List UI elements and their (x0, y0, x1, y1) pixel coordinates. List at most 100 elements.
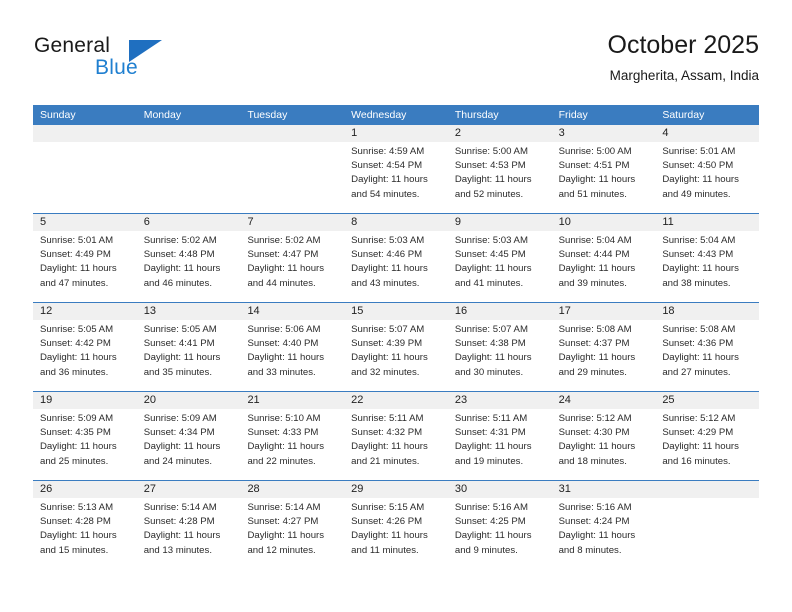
day-number-bar: 2 (447, 125, 552, 142)
daylight-text-line2: and 51 minutes. (558, 188, 627, 200)
sunrise-text: Sunrise: 5:03 AM (351, 235, 425, 246)
sunset-text: Sunset: 4:36 PM (662, 338, 734, 350)
calendar-day-cell[interactable]: 20 Sunrise: 5:09 AM Sunset: 4:34 PM Dayligh… (136, 392, 241, 480)
day-number: 12 (40, 305, 53, 317)
calendar-day-cell[interactable]: 22 Sunrise: 5:11 AM Sunset: 4:32 PM Dayligh… (344, 392, 448, 480)
calendar-day-cell[interactable]: 13 Sunrise: 5:05 AM Sunset: 4:41 PM Dayligh… (136, 303, 241, 391)
logo-text-general: General (34, 34, 111, 57)
calendar-day-cell[interactable]: 31 Sunrise: 5:16 AM Sunset: 4:24 PM Dayligh… (551, 481, 656, 569)
calendar-day-cell[interactable]: 12 Sunrise: 5:05 AM Sunset: 4:42 PM Dayligh… (33, 303, 137, 391)
page-header: General Blue October 2025 Margherita, As… (33, 28, 759, 98)
calendar-day-cell[interactable]: 18 Sunrise: 5:08 AM Sunset: 4:36 PM Dayligh… (655, 303, 760, 391)
daylight-text-line2: and 25 minutes. (40, 455, 109, 467)
daylight-text-line2: and 21 minutes. (351, 455, 420, 467)
day-details: Sunrise: 5:07 AM Sunset: 4:38 PM Daylight:… (448, 320, 552, 380)
day-number: 21 (247, 394, 260, 406)
calendar-day-cell[interactable]: 8 Sunrise: 5:03 AM Sunset: 4:46 PM Daylight… (344, 214, 448, 302)
calendar-day-cell[interactable]: 4 Sunrise: 5:01 AM Sunset: 4:50 PM Daylight… (655, 125, 760, 213)
daylight-text-line1: Daylight: 11 hours (143, 530, 221, 542)
daylight-text-line1: Daylight: 11 hours (247, 352, 325, 364)
day-details: Sunrise: 5:02 AM Sunset: 4:48 PM Daylight:… (137, 231, 241, 291)
day-details: Sunrise: 5:14 AM Sunset: 4:28 PM Daylight:… (137, 498, 241, 558)
day-number-bar: 1 (344, 125, 448, 142)
day-details: Sunrise: 5:00 AM Sunset: 4:53 PM Daylight:… (448, 142, 552, 202)
daylight-text-line2: and 13 minutes. (143, 544, 212, 556)
day-number-bar: 9 (447, 214, 552, 231)
day-number-bar: 28 (240, 481, 345, 498)
calendar-day-cell[interactable]: 16 Sunrise: 5:07 AM Sunset: 4:38 PM Dayligh… (447, 303, 552, 391)
daylight-text-line1: Daylight: 11 hours (454, 530, 532, 542)
calendar-day-cell[interactable]: 15 Sunrise: 5:07 AM Sunset: 4:39 PM Dayligh… (344, 303, 448, 391)
day-number: 20 (143, 394, 156, 406)
day-details: Sunrise: 5:05 AM Sunset: 4:41 PM Daylight:… (137, 320, 241, 380)
calendar-day-cell[interactable]: 24 Sunrise: 5:12 AM Sunset: 4:30 PM Dayligh… (551, 392, 656, 480)
daylight-text-line1: Daylight: 11 hours (40, 530, 117, 542)
sunset-text: Sunset: 4:38 PM (454, 338, 526, 350)
day-details: Sunrise: 5:10 AM Sunset: 4:33 PM Daylight:… (240, 409, 344, 469)
daylight-text-line2: and 9 minutes. (454, 544, 518, 556)
daylight-text-line1: Daylight: 11 hours (351, 174, 428, 186)
weekday-header-monday: Monday (143, 109, 182, 121)
calendar-day-cell[interactable]: 30 Sunrise: 5:16 AM Sunset: 4:25 PM Dayligh… (447, 481, 552, 569)
calendar-day-cell[interactable]: 2 Sunrise: 5:00 AM Sunset: 4:53 PM Daylight… (447, 125, 552, 213)
day-number: 6 (143, 216, 150, 228)
day-number: 30 (454, 483, 468, 495)
daylight-text-line2: and 35 minutes. (143, 366, 212, 378)
day-number-bar: 24 (551, 392, 656, 409)
calendar-day-cell[interactable]: 21 Sunrise: 5:10 AM Sunset: 4:33 PM Dayligh… (240, 392, 345, 480)
sunrise-text: Sunrise: 5:16 AM (558, 502, 632, 513)
calendar-day-cell[interactable]: 25 Sunrise: 5:12 AM Sunset: 4:29 PM Dayligh… (655, 392, 760, 480)
daylight-text-line1: Daylight: 11 hours (454, 263, 532, 275)
sunrise-text: Sunrise: 5:15 AM (351, 502, 425, 513)
day-number: 18 (662, 305, 675, 317)
daylight-text-line1: Daylight: 11 hours (662, 352, 739, 364)
sunrise-text: Sunrise: 5:12 AM (662, 413, 736, 424)
day-details: Sunrise: 5:06 AM Sunset: 4:40 PM Daylight:… (240, 320, 344, 380)
calendar-day-cell[interactable]: 17 Sunrise: 5:08 AM Sunset: 4:37 PM Dayligh… (551, 303, 656, 391)
day-number: 25 (662, 394, 675, 406)
sunrise-text: Sunrise: 5:08 AM (558, 324, 632, 335)
calendar-day-cell[interactable]: 6 Sunrise: 5:02 AM Sunset: 4:48 PM Daylight… (136, 214, 241, 302)
daylight-text-line1: Daylight: 11 hours (662, 263, 739, 275)
calendar-day-cell[interactable]: 23 Sunrise: 5:11 AM Sunset: 4:31 PM Dayligh… (447, 392, 552, 480)
calendar-day-cell[interactable]: 28 Sunrise: 5:14 AM Sunset: 4:27 PM Dayligh… (240, 481, 345, 569)
sunset-text: Sunset: 4:37 PM (558, 338, 630, 350)
calendar-day-cell[interactable]: 7 Sunrise: 5:02 AM Sunset: 4:47 PM Daylight… (240, 214, 345, 302)
daylight-text-line1: Daylight: 11 hours (247, 441, 325, 453)
calendar-day-cell[interactable]: 11 Sunrise: 5:04 AM Sunset: 4:43 PM Dayligh… (655, 214, 760, 302)
calendar-day-cell[interactable]: 9 Sunrise: 5:03 AM Sunset: 4:45 PM Daylight… (447, 214, 552, 302)
calendar-day-cell[interactable]: 3 Sunrise: 5:00 AM Sunset: 4:51 PM Daylight… (551, 125, 656, 213)
day-details: Sunrise: 5:08 AM Sunset: 4:37 PM Daylight:… (552, 320, 656, 380)
calendar-day-cell[interactable]: 5 Sunrise: 5:01 AM Sunset: 4:49 PM Daylight… (33, 214, 137, 302)
day-details: Sunrise: 5:01 AM Sunset: 4:49 PM Daylight:… (33, 231, 137, 291)
sunrise-text: Sunrise: 5:02 AM (143, 235, 217, 246)
calendar-day-cell[interactable]: 19 Sunrise: 5:09 AM Sunset: 4:35 PM Dayligh… (33, 392, 137, 480)
calendar-day-cell[interactable]: 27 Sunrise: 5:14 AM Sunset: 4:28 PM Dayligh… (136, 481, 241, 569)
day-number: 3 (558, 127, 565, 139)
daylight-text-line1: Daylight: 11 hours (247, 530, 325, 542)
daylight-text-line2: and 49 minutes. (662, 188, 731, 200)
sunrise-text: Sunrise: 5:16 AM (454, 502, 528, 513)
page-title: October 2025 (607, 31, 760, 59)
calendar-day-cell[interactable]: 10 Sunrise: 5:04 AM Sunset: 4:44 PM Dayligh… (551, 214, 656, 302)
calendar-day-cell[interactable]: 1 Sunrise: 4:59 AM Sunset: 4:54 PM Daylight… (344, 125, 448, 213)
calendar-week-row: 5 Sunrise: 5:01 AM Sunset: 4:49 PM Daylight… (33, 213, 760, 302)
sunset-text: Sunset: 4:48 PM (143, 249, 215, 261)
day-details: Sunrise: 5:09 AM Sunset: 4:34 PM Daylight:… (137, 409, 241, 469)
sunrise-text: Sunrise: 5:03 AM (454, 235, 528, 246)
daylight-text-line2: and 41 minutes. (454, 277, 524, 289)
calendar-day-cell[interactable]: 29 Sunrise: 5:15 AM Sunset: 4:26 PM Dayligh… (344, 481, 448, 569)
calendar-day-cell[interactable]: 14 Sunrise: 5:06 AM Sunset: 4:40 PM Dayligh… (240, 303, 345, 391)
daylight-text-line1: Daylight: 11 hours (454, 441, 532, 453)
sunrise-text: Sunrise: 5:11 AM (454, 413, 528, 424)
sunset-text: Sunset: 4:51 PM (558, 160, 630, 172)
day-details: Sunrise: 5:09 AM Sunset: 4:35 PM Daylight:… (33, 409, 137, 469)
day-number: 9 (454, 216, 461, 228)
day-number-bar: 7 (240, 214, 345, 231)
daylight-text-line2: and 44 minutes. (247, 277, 316, 289)
day-number: 27 (143, 483, 156, 495)
daylight-text-line1: Daylight: 11 hours (454, 174, 532, 186)
day-details: Sunrise: 5:04 AM Sunset: 4:43 PM Daylight:… (655, 231, 759, 291)
weekday-header-friday: Friday (558, 109, 588, 121)
calendar-day-cell[interactable]: 26 Sunrise: 5:13 AM Sunset: 4:28 PM Dayligh… (33, 481, 137, 569)
